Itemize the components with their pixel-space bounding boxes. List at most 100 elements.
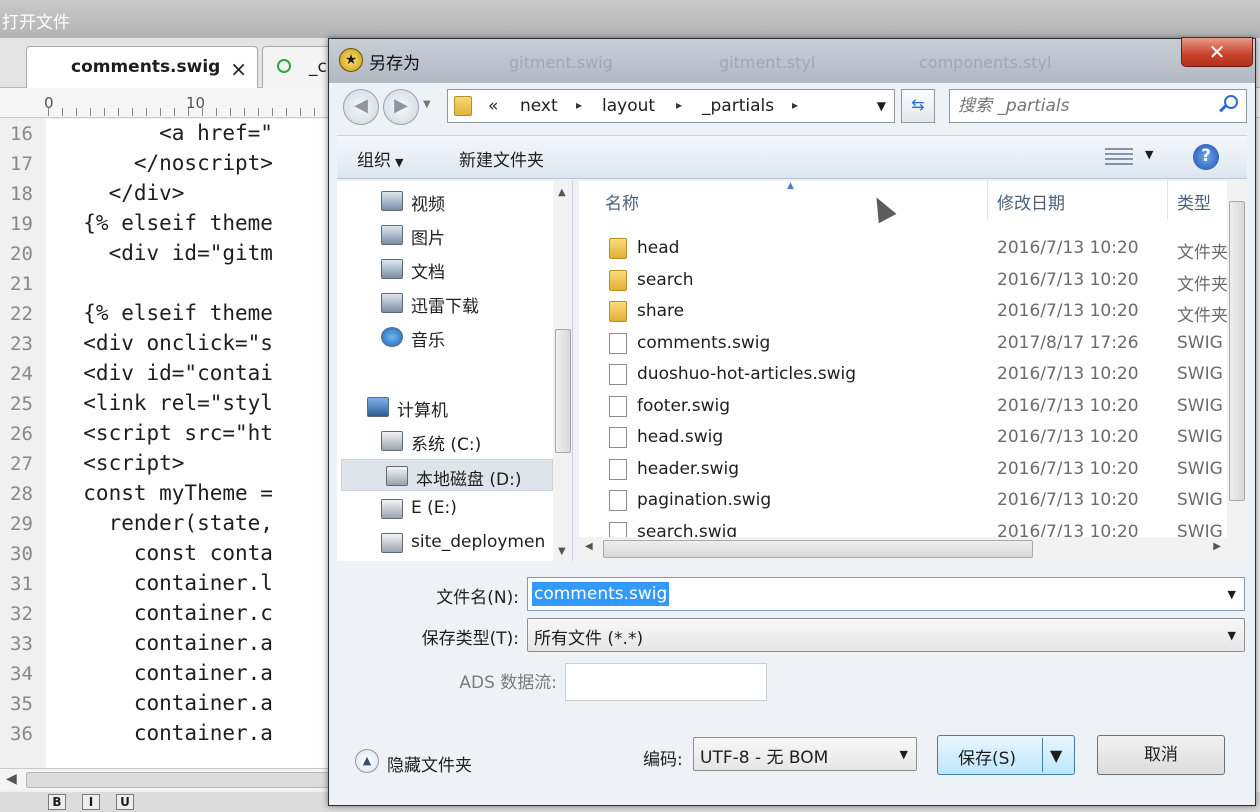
- chevron-down-icon[interactable]: ▼: [1228, 588, 1236, 601]
- sidebar-item[interactable]: 文档: [337, 253, 549, 285]
- scrollbar-thumb[interactable]: [603, 540, 1033, 558]
- code-line[interactable]: render(state,: [58, 511, 273, 541]
- code-line[interactable]: <div id="gitm: [58, 241, 273, 271]
- chevron-down-icon[interactable]: ▼: [1228, 629, 1236, 642]
- scroll-up-icon[interactable]: ▲: [558, 187, 566, 198]
- refresh-button[interactable]: ⇆: [901, 89, 935, 123]
- scroll-left-icon[interactable]: ◀: [6, 771, 17, 787]
- column-header-type[interactable]: 类型: [1177, 189, 1211, 214]
- cancel-button[interactable]: 取消: [1097, 735, 1225, 775]
- file-row[interactable]: search 2016/7/13 10:20 文件夹: [579, 265, 1247, 296]
- code-line[interactable]: <link rel="styl: [58, 391, 273, 421]
- scroll-right-icon[interactable]: ▶: [1213, 541, 1221, 552]
- column-header-name[interactable]: 名称: [605, 189, 639, 214]
- line-number: 26: [10, 423, 33, 445]
- save-button[interactable]: 保存(S) ▼: [937, 735, 1075, 775]
- bold-icon[interactable]: B: [48, 794, 66, 810]
- code-line[interactable]: <div id="contai: [58, 361, 273, 391]
- breadcrumb-layout[interactable]: layout: [602, 96, 655, 116]
- new-folder-button[interactable]: 新建文件夹: [459, 146, 544, 171]
- ads-field[interactable]: [565, 663, 767, 701]
- code-line[interactable]: <script src="ht: [58, 421, 273, 451]
- code-line[interactable]: container.a: [58, 691, 273, 721]
- encoding-value: UTF-8 - 无 BOM: [700, 748, 829, 768]
- history-dropdown-icon[interactable]: ▼: [423, 99, 431, 110]
- file-row[interactable]: head 2016/7/13 10:20 文件夹: [579, 233, 1247, 264]
- forward-button[interactable]: ▶: [383, 89, 419, 125]
- sidebar-item[interactable]: 音乐: [337, 321, 549, 353]
- code-line[interactable]: container.c: [58, 601, 273, 631]
- sidebar-item[interactable]: E (E:): [337, 493, 549, 525]
- column-header-date[interactable]: 修改日期: [997, 189, 1065, 214]
- file-row[interactable]: footer.swig 2016/7/13 10:20 SWIG: [579, 391, 1247, 422]
- underline-icon[interactable]: U: [116, 794, 134, 810]
- search-box[interactable]: [949, 89, 1247, 123]
- sidebar-item[interactable]: site_deploymen: [337, 527, 549, 559]
- scrollbar-thumb[interactable]: [555, 329, 571, 453]
- sidebar-item[interactable]: 迅雷下载: [337, 287, 549, 319]
- encoding-select[interactable]: UTF-8 - 无 BOM ▼: [693, 737, 917, 771]
- file-row[interactable]: share 2016/7/13 10:20 文件夹: [579, 296, 1247, 327]
- search-input[interactable]: [958, 94, 1208, 118]
- sidebar-item[interactable]: 视频: [337, 185, 549, 217]
- sidebar-item[interactable]: 系统 (C:): [337, 425, 549, 457]
- hide-folders-label[interactable]: 隐藏文件夹: [387, 751, 472, 776]
- file-row[interactable]: head.swig 2016/7/13 10:20 SWIG: [579, 422, 1247, 453]
- nav-scrollbar[interactable]: ▲ ▼: [553, 181, 572, 561]
- code-line[interactable]: <script>: [58, 451, 184, 481]
- breadcrumb-next[interactable]: next: [520, 96, 558, 116]
- code-line[interactable]: {% elseif theme: [58, 211, 273, 241]
- breadcrumb-separator-icon[interactable]: ▸: [676, 98, 682, 112]
- italic-icon[interactable]: I: [82, 794, 100, 810]
- chevron-up-icon[interactable]: ▲: [355, 749, 379, 773]
- search-icon[interactable]: [1224, 95, 1238, 109]
- code-line[interactable]: </div>: [58, 181, 185, 211]
- code-line[interactable]: container.a: [58, 661, 273, 691]
- filename-field[interactable]: comments.swig ▼: [527, 577, 1245, 611]
- address-bar[interactable]: « next ▸ layout ▸ _partials ▸ ▼: [447, 89, 895, 123]
- help-icon[interactable]: ?: [1193, 144, 1219, 170]
- save-dropdown-icon[interactable]: ▼: [1050, 746, 1062, 765]
- breadcrumb-separator-icon[interactable]: ▸: [576, 98, 582, 112]
- close-icon[interactable]: ×: [230, 57, 247, 81]
- sidebar-item[interactable]: 本地磁盘 (D:): [341, 459, 553, 491]
- scroll-down-icon[interactable]: ▼: [558, 546, 566, 557]
- scrollbar-thumb[interactable]: [26, 772, 336, 788]
- organize-menu[interactable]: 组织 ▼: [357, 146, 403, 171]
- code-area[interactable]: <a href=" </noscript> </div> {% elseif t…: [46, 119, 336, 769]
- file-row[interactable]: header.swig 2016/7/13 10:20 SWIG: [579, 454, 1247, 485]
- code-line[interactable]: container.a: [58, 631, 273, 661]
- file-type: SWIG: [1177, 427, 1223, 447]
- code-line[interactable]: <div onclick="s: [58, 331, 273, 361]
- breadcrumb-overflow[interactable]: «: [488, 96, 498, 116]
- file-row[interactable]: duoshuo-hot-articles.swig 2016/7/13 10:20…: [579, 359, 1247, 390]
- code-line[interactable]: </noscript>: [58, 151, 273, 181]
- file-row[interactable]: pagination.swig 2016/7/13 10:20 SWIG: [579, 485, 1247, 516]
- back-button[interactable]: ◀: [343, 89, 379, 125]
- breadcrumb-partials[interactable]: _partials: [702, 96, 774, 116]
- filename-value[interactable]: comments.swig: [532, 582, 670, 606]
- code-line[interactable]: <a href=": [58, 121, 273, 151]
- sidebar-item[interactable]: 图片: [337, 219, 549, 251]
- chevron-down-icon[interactable]: ▼: [1145, 148, 1153, 161]
- scroll-left-icon[interactable]: ◀: [585, 541, 593, 552]
- close-button[interactable]: ✕: [1181, 37, 1253, 67]
- editor-horizontal-scrollbar[interactable]: ◀: [0, 768, 340, 790]
- code-line[interactable]: container.l: [58, 571, 273, 601]
- scrollbar-thumb[interactable]: [1229, 201, 1245, 501]
- code-line[interactable]: container.a: [58, 721, 273, 751]
- filetype-select[interactable]: 所有文件 (*.*) ▼: [527, 618, 1245, 652]
- view-list-icon[interactable]: [1105, 148, 1133, 166]
- code-line[interactable]: {% elseif theme: [58, 301, 273, 331]
- file-vertical-scrollbar[interactable]: [1227, 181, 1247, 561]
- chevron-down-icon[interactable]: ▼: [877, 99, 886, 113]
- code-line[interactable]: const conta: [58, 541, 273, 571]
- code-line[interactable]: const myTheme =: [58, 481, 273, 511]
- breadcrumb-separator-icon[interactable]: ▸: [792, 98, 798, 112]
- file-type: SWIG: [1177, 364, 1223, 384]
- file-row[interactable]: comments.swig 2017/8/17 17:26 SWIG: [579, 328, 1247, 359]
- file-horizontal-scrollbar[interactable]: ◀ ▶: [579, 537, 1227, 561]
- tab-comments-swig[interactable]: comments.swig ×: [26, 46, 258, 88]
- sidebar-item[interactable]: 计算机: [337, 391, 549, 423]
- chevron-down-icon[interactable]: ▼: [900, 748, 908, 761]
